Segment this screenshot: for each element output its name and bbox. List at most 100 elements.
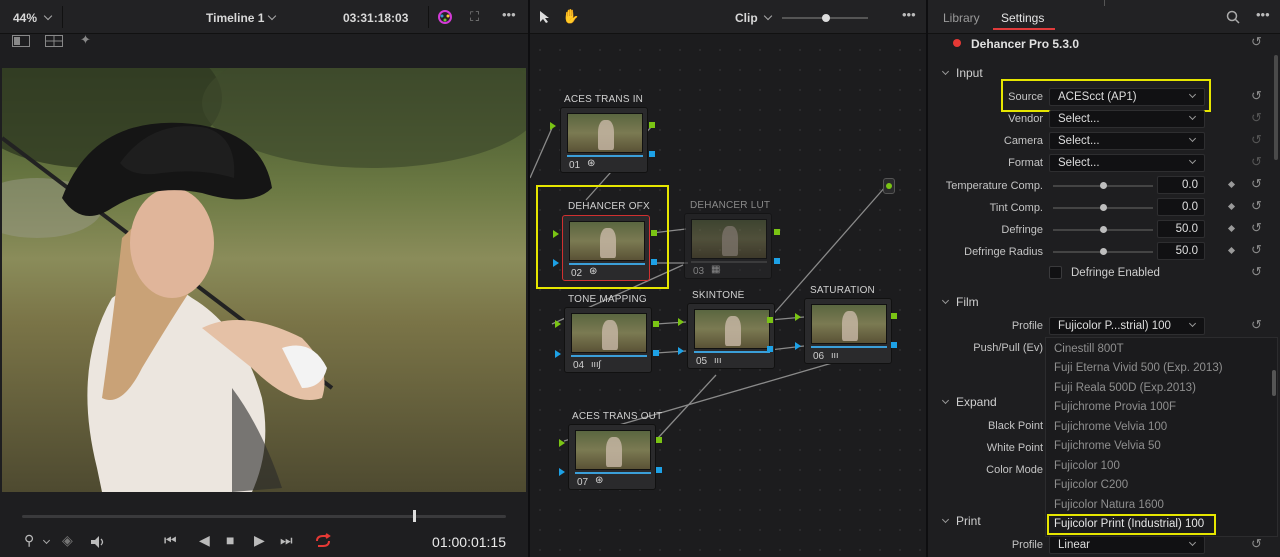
- alpha-port[interactable]: [653, 350, 659, 356]
- dropdown-option[interactable]: Fujichrome Velvia 100: [1054, 421, 1167, 433]
- section-expand[interactable]: Expand: [956, 395, 997, 409]
- defringe-radius-field[interactable]: 50.0: [1157, 242, 1205, 260]
- magic-wand-icon[interactable]: ✦: [80, 32, 91, 48]
- alpha-port[interactable]: [649, 151, 655, 157]
- input-port[interactable]: [678, 347, 684, 355]
- output-port[interactable]: [774, 229, 780, 235]
- node-dehancer-lut[interactable]: 03 ▦: [684, 213, 772, 279]
- input-port[interactable]: [559, 468, 565, 476]
- dropdown-option[interactable]: Fujichrome Velvia 50: [1054, 440, 1161, 452]
- grid-view-icon[interactable]: [45, 35, 63, 47]
- input-port[interactable]: [550, 122, 556, 130]
- timeline-chevron-down-icon[interactable]: [267, 11, 277, 21]
- node-aces-trans-out[interactable]: 07 ⊛: [568, 424, 656, 490]
- dropdown-option[interactable]: Fujicolor 100: [1054, 460, 1120, 472]
- collapse-chevron-icon[interactable]: [941, 67, 950, 76]
- reset-icon[interactable]: ↺: [1251, 220, 1262, 236]
- playhead[interactable]: [413, 510, 417, 522]
- more-options-icon[interactable]: •••: [1256, 7, 1270, 22]
- hand-icon[interactable]: ✋: [562, 8, 579, 25]
- alpha-port[interactable]: [767, 346, 773, 352]
- dropdown-scrollbar[interactable]: [1272, 370, 1276, 396]
- temperature-knob[interactable]: [1100, 182, 1107, 189]
- video-frame[interactable]: [2, 68, 526, 492]
- keyframe-icon[interactable]: [1227, 180, 1236, 189]
- output-port[interactable]: [653, 321, 659, 327]
- loop-icon[interactable]: [313, 533, 333, 549]
- dropdown-option[interactable]: Fujichrome Provia 100F: [1054, 401, 1176, 413]
- camera-dropdown[interactable]: Select...: [1049, 132, 1205, 150]
- timeline-scrubber[interactable]: [22, 515, 506, 518]
- panel-scrollbar[interactable]: [1274, 55, 1278, 160]
- keyframe-icon[interactable]: [1227, 202, 1236, 211]
- node-saturation[interactable]: 06 ııı: [804, 298, 892, 364]
- more-options-icon[interactable]: •••: [902, 7, 916, 22]
- color-wheel-icon[interactable]: [437, 9, 453, 25]
- layers-icon[interactable]: ◈: [62, 532, 73, 549]
- play-reverse-icon[interactable]: ◀: [199, 532, 210, 549]
- skip-to-end-icon[interactable]: ⏭: [280, 532, 293, 549]
- dropdown-option[interactable]: Fuji Reala 500D (Exp.2013): [1054, 382, 1196, 394]
- node-tone-mapping[interactable]: 04 ııı∫: [564, 307, 652, 373]
- output-port[interactable]: [649, 122, 655, 128]
- defringe-enabled-checkbox[interactable]: [1049, 266, 1062, 279]
- dropdown-option[interactable]: Fujicolor Natura 1600: [1054, 499, 1164, 511]
- reset-icon[interactable]: ↺: [1251, 154, 1262, 170]
- dropdown-option[interactable]: Cinestill 800T: [1054, 343, 1124, 355]
- output-port[interactable]: [891, 313, 897, 319]
- reset-icon[interactable]: ↺: [1251, 242, 1262, 258]
- reset-icon[interactable]: ↺: [1251, 110, 1262, 126]
- node-zoom-knob[interactable]: [822, 14, 830, 22]
- keyframe-icon[interactable]: [1227, 246, 1236, 255]
- reset-icon[interactable]: ↺: [1251, 88, 1262, 104]
- search-icon[interactable]: [1226, 10, 1240, 24]
- node-mode[interactable]: Clip: [735, 11, 758, 25]
- alpha-port[interactable]: [774, 258, 780, 264]
- defringe-radius-knob[interactable]: [1100, 248, 1107, 255]
- zoom-chevron-down-icon[interactable]: [43, 11, 53, 21]
- input-port[interactable]: [559, 439, 565, 447]
- section-print[interactable]: Print: [956, 514, 981, 528]
- input-port[interactable]: [678, 318, 684, 326]
- keyframe-icon[interactable]: [1227, 224, 1236, 233]
- pointer-icon[interactable]: [539, 10, 551, 24]
- more-options-icon[interactable]: •••: [502, 7, 516, 22]
- node-aces-trans-in[interactable]: 01 ⊛: [560, 107, 648, 173]
- input-port[interactable]: [555, 350, 561, 358]
- section-input[interactable]: Input: [956, 66, 983, 80]
- defringe-knob[interactable]: [1100, 226, 1107, 233]
- reset-icon[interactable]: ↺: [1251, 264, 1262, 280]
- format-dropdown[interactable]: Select...: [1049, 154, 1205, 172]
- reset-icon[interactable]: ↺: [1251, 132, 1262, 148]
- speaker-icon[interactable]: [90, 535, 106, 549]
- skip-to-start-icon[interactable]: ⏮: [164, 532, 177, 549]
- collapse-chevron-icon[interactable]: [941, 515, 950, 524]
- alpha-port[interactable]: [891, 342, 897, 348]
- tint-field[interactable]: 0.0: [1157, 198, 1205, 216]
- eyedropper-chevron-down-icon[interactable]: [42, 536, 51, 545]
- input-port[interactable]: [795, 313, 801, 321]
- tab-library[interactable]: Library: [943, 11, 980, 25]
- node-editor[interactable]: ✋ Clip ••• ACES TRANS IN 01 ⊛ DEHANCER O…: [530, 0, 926, 557]
- node-skintone[interactable]: 05 ııı: [687, 303, 775, 369]
- output-node[interactable]: [883, 178, 895, 194]
- timeline-name[interactable]: Timeline 1: [206, 11, 264, 25]
- reset-icon[interactable]: ↺: [1251, 198, 1262, 214]
- dropdown-option[interactable]: Fuji Eterna Vivid 500 (Exp. 2013): [1054, 362, 1223, 374]
- dropdown-option[interactable]: Fujicolor C200: [1054, 479, 1128, 491]
- reset-icon[interactable]: ↺: [1251, 34, 1262, 50]
- stop-icon[interactable]: ■: [226, 532, 234, 548]
- profile-dropdown-list[interactable]: Cinestill 800T Fuji Eterna Vivid 500 (Ex…: [1045, 337, 1278, 537]
- alpha-port[interactable]: [656, 467, 662, 473]
- input-port[interactable]: [795, 342, 801, 350]
- print-profile-dropdown[interactable]: Linear: [1049, 536, 1205, 554]
- reset-icon[interactable]: ↺: [1251, 317, 1262, 333]
- film-profile-dropdown[interactable]: Fujicolor P...strial) 100: [1049, 317, 1205, 335]
- collapse-chevron-icon[interactable]: [941, 296, 950, 305]
- output-port[interactable]: [767, 317, 773, 323]
- split-view-icon[interactable]: [12, 35, 30, 47]
- fullscreen-icon[interactable]: ⛶: [470, 9, 479, 25]
- mode-chevron-down-icon[interactable]: [763, 11, 773, 21]
- reset-icon[interactable]: ↺: [1251, 536, 1262, 552]
- section-film[interactable]: Film: [956, 295, 979, 309]
